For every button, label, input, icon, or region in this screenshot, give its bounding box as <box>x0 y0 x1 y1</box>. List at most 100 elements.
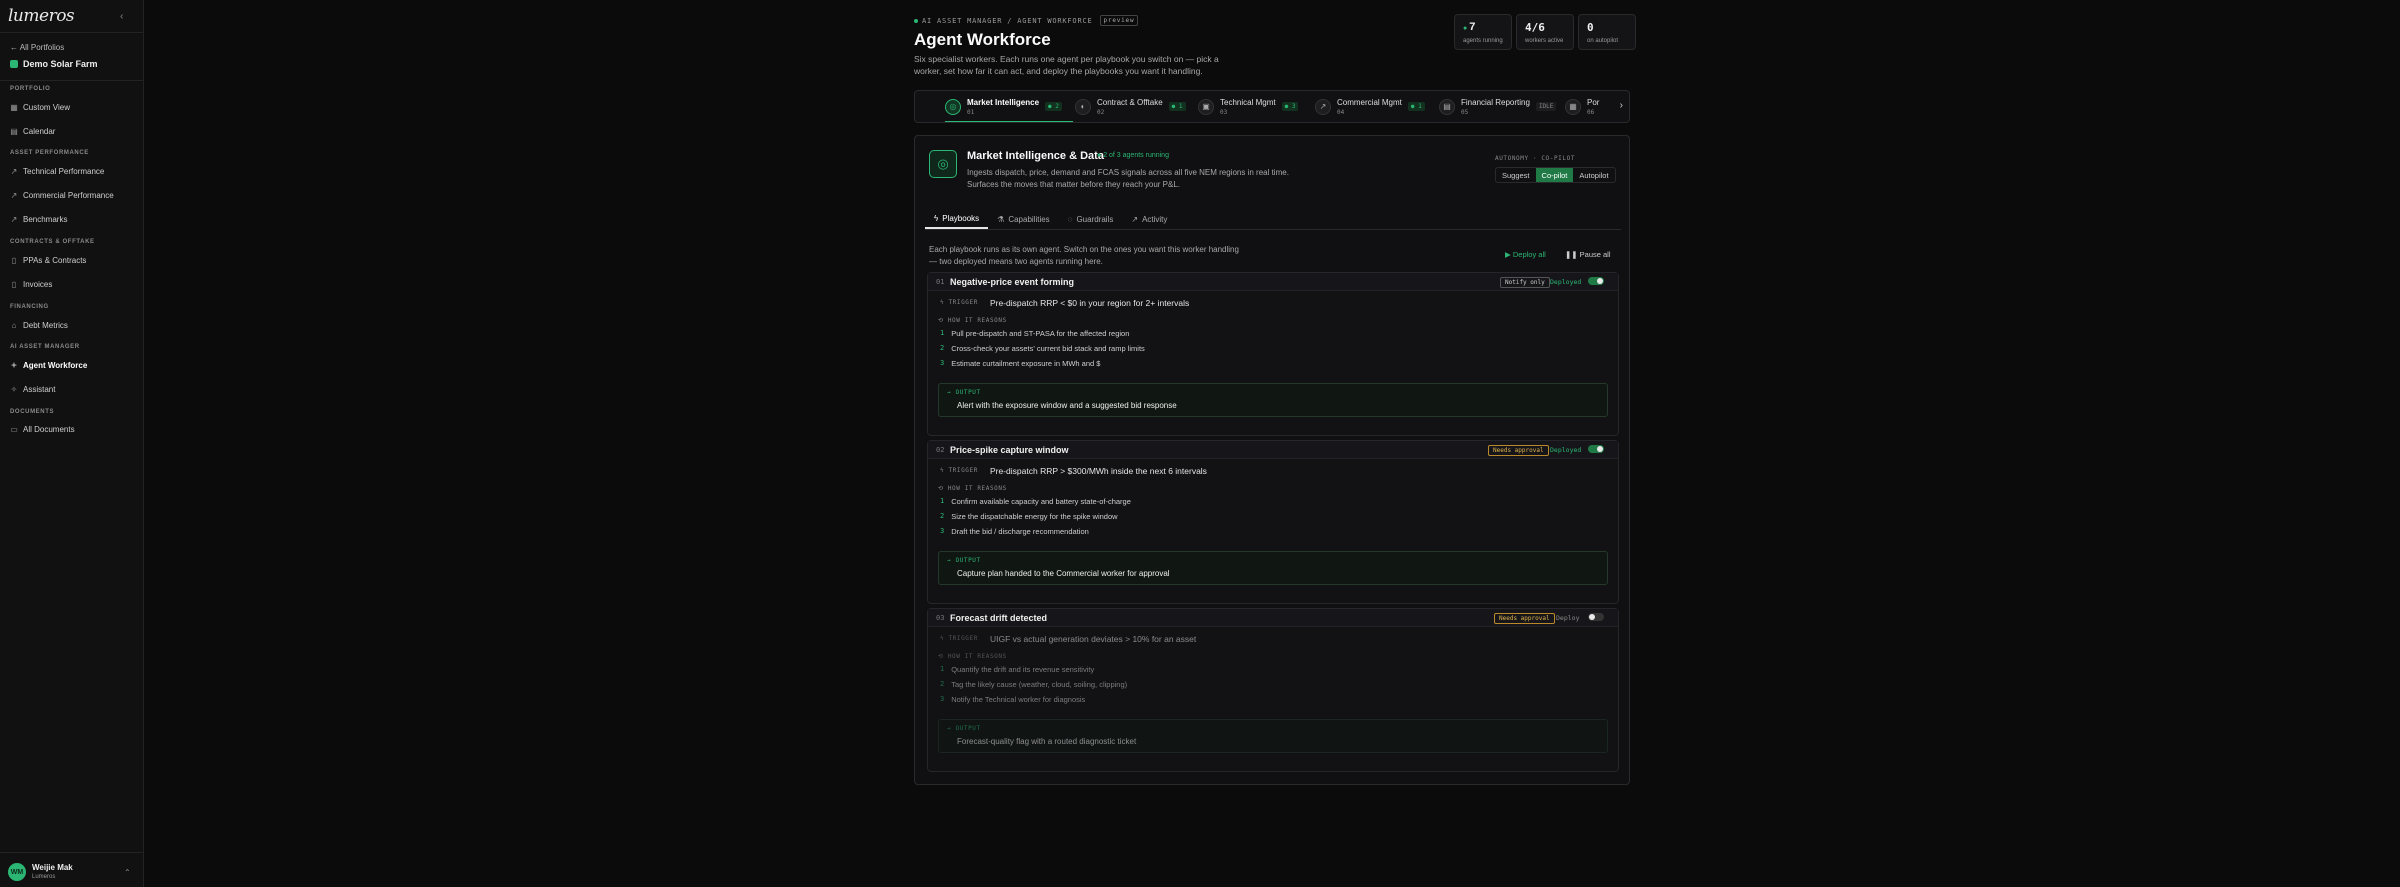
mode-badge: Needs approval <box>1488 445 1549 456</box>
collapse-sidebar-icon[interactable]: ‹ <box>120 11 123 22</box>
pause-all-button[interactable]: ❚❚ Pause all <box>1565 250 1611 259</box>
playbook-title: Negative-price event forming <box>950 277 1075 287</box>
tab-code: 03 <box>1220 108 1228 116</box>
step-text: Estimate curtailment exposure in MWh and… <box>951 359 1101 368</box>
reasons-label: ⟲ HOW IT REASONS <box>938 485 1007 492</box>
section-financing: FINANCING <box>10 304 49 310</box>
tab-text: Por 06 <box>1587 98 1599 116</box>
sidebar-item-benchmarks[interactable]: ↗ Benchmarks <box>10 212 134 226</box>
label-text: TRIGGER <box>948 467 978 474</box>
tab-technical-mgmt[interactable]: ▣ Technical Mgmt 03 ● 3 <box>1198 91 1308 122</box>
playbook-title: Price-spike capture window <box>950 445 1069 455</box>
tab-portfolio[interactable]: ▦ Por 06 <box>1565 91 1605 122</box>
playbook-header: 03 Forecast drift detected Needs approva… <box>928 609 1618 627</box>
autonomy-autopilot-button[interactable]: Autopilot <box>1573 168 1614 182</box>
section-portfolio: PORTFOLIO <box>10 86 51 92</box>
sidebar-item-label: Custom View <box>23 102 70 112</box>
worker-tabs: ◎ Market Intelligence 01 ● 2 ◐ Contract &… <box>914 90 1630 123</box>
sidebar-item-agent-workforce[interactable]: ✦ Agent Workforce <box>10 358 134 372</box>
step-text: Pull pre-dispatch and ST-PASA for the af… <box>951 329 1130 338</box>
deploy-status: Deployed <box>1550 446 1582 454</box>
tab-financial-reporting[interactable]: ▤ Financial Reporting 05 IDLE <box>1439 91 1557 122</box>
step-text: Draft the bid / discharge recommendation <box>951 527 1089 536</box>
tab-guardrails[interactable]: ◌ Guardrails <box>1059 210 1123 229</box>
tab-badge: IDLE <box>1535 102 1557 111</box>
avatar: WM <box>8 863 26 881</box>
sidebar-item-technical-performance[interactable]: ↗ Technical Performance <box>10 164 134 178</box>
breadcrumb: AI ASSET MANAGER / AGENT WORKFORCE previ… <box>914 15 1139 26</box>
autonomy-suggest-button[interactable]: Suggest <box>1496 168 1536 182</box>
user-menu[interactable]: WM Weijie Mak Lumeros ⌃ <box>0 852 144 887</box>
reason-step: 2 Size the dispatchable energy for the sp… <box>940 512 1118 521</box>
layout-icon: ▦ <box>10 102 18 112</box>
bolt-icon: ϟ <box>934 214 939 223</box>
tab-commercial-mgmt[interactable]: ↗ Commercial Mgmt 04 ● 1 <box>1315 91 1433 122</box>
stat-value: ● 7 <box>1463 21 1475 33</box>
shield-icon: ◌ <box>1067 215 1073 224</box>
stat-label: workers active <box>1525 38 1564 44</box>
farm-selector[interactable]: Demo Solar Farm <box>10 59 98 69</box>
sidebar-item-label: Technical Performance <box>23 166 105 176</box>
back-to-portfolios-link[interactable]: ← All Portfolios <box>10 43 64 52</box>
step-number: 2 <box>940 680 945 688</box>
tab-capabilities[interactable]: ⚗ Capabilities <box>988 210 1059 229</box>
reason-step: 3 Estimate curtailment exposure in MWh an… <box>940 359 1100 368</box>
playbook-card: 01 Negative-price event forming Notify o… <box>927 272 1619 436</box>
sidebar-item-calendar[interactable]: ▤ Calendar <box>10 124 134 138</box>
mode-badge: Needs approval <box>1494 613 1555 624</box>
output-box: → OUTPUT Capture plan handed to the Comm… <box>938 551 1608 585</box>
autonomy-label: AUTONOMY · CO-PILOT <box>1495 155 1576 162</box>
gauge-icon: ▣ <box>1198 98 1214 115</box>
worker-panel: ◎ Market Intelligence & Data ● 2 of 3 ag… <box>914 135 1630 785</box>
section-asset-performance: ASSET PERFORMANCE <box>10 150 89 156</box>
sidebar-item-debt-metrics[interactable]: ⌂ Debt Metrics <box>10 318 134 332</box>
trigger-text: UIGF vs actual generation deviates > 10%… <box>990 634 1197 644</box>
deploy-all-button[interactable]: ▶ Deploy all <box>1505 250 1546 259</box>
sidebar-item-assistant[interactable]: ✧ Assistant <box>10 382 134 396</box>
status-dot-icon <box>914 18 918 23</box>
trend-icon: ↗ <box>10 166 18 176</box>
output-text: Capture plan handed to the Commercial wo… <box>957 569 1170 578</box>
sidebar-item-label: Agent Workforce <box>23 360 88 370</box>
tab-market-intelligence[interactable]: ◎ Market Intelligence 01 ● 2 <box>945 91 1073 122</box>
step-text: Confirm available capacity and battery s… <box>951 497 1131 506</box>
user-org: Lumeros <box>32 874 56 880</box>
step-number: 3 <box>940 695 945 703</box>
tab-text: Commercial Mgmt 04 <box>1337 98 1402 116</box>
tab-activity[interactable]: ↗ Activity <box>1122 210 1176 229</box>
sidebar-item-ppas-contracts[interactable]: ▯ PPAs & Contracts <box>10 253 134 267</box>
tab-playbooks[interactable]: ϟ Playbooks <box>925 210 989 229</box>
tab-code: 06 <box>1587 108 1595 116</box>
chevron-right-icon[interactable]: › <box>1620 100 1623 111</box>
trend-icon: ↗ <box>10 214 18 224</box>
deploy-status: Deploy <box>1556 614 1580 622</box>
autonomy-selector: Suggest Co-pilot Autopilot <box>1495 167 1616 183</box>
flask-icon: ⚗ <box>997 215 1005 224</box>
autonomy-copilot-button[interactable]: Co-pilot <box>1535 168 1574 182</box>
tab-contract-offtake[interactable]: ◐ Contract & Offtake 02 ● 1 <box>1075 91 1190 122</box>
contract-icon: ◐ <box>1075 98 1091 115</box>
stat-agents-running: ● 7 agents running <box>1454 14 1512 50</box>
deploy-status: Deployed <box>1550 278 1582 286</box>
sidebar-item-all-documents[interactable]: ▭ All Documents <box>10 422 134 436</box>
step-text: Tag the likely cause (weather, cloud, so… <box>951 680 1128 689</box>
sidebar-item-label: PPAs & Contracts <box>23 255 87 265</box>
farm-name: Demo Solar Farm <box>23 59 98 69</box>
deploy-toggle[interactable] <box>1588 445 1604 453</box>
deploy-toggle[interactable] <box>1588 613 1604 621</box>
sidebar-item-custom-view[interactable]: ▦ Custom View <box>10 100 134 114</box>
sidebar-item-label: Calendar <box>23 126 56 136</box>
label-text: HOW IT REASONS <box>947 653 1007 660</box>
preview-badge: preview <box>1099 15 1139 26</box>
output-label: → OUTPUT <box>947 389 981 396</box>
stat-on-autopilot: 0 on autopilot <box>1578 14 1636 50</box>
step-number: 3 <box>940 359 945 367</box>
running-text: 2 of 3 agents running <box>1103 152 1169 159</box>
sidebar-item-commercial-performance[interactable]: ↗ Commercial Performance <box>10 188 134 202</box>
tab-code: 05 <box>1461 108 1469 116</box>
deploy-toggle[interactable] <box>1588 277 1604 285</box>
trigger-text: Pre-dispatch RRP < $0 in your region for… <box>990 298 1190 308</box>
sidebar-item-invoices[interactable]: ▯ Invoices <box>10 277 134 291</box>
reason-step: 3 Notify the Technical worker for diagnos… <box>940 695 1085 704</box>
stat-value: 4/6 <box>1525 21 1545 34</box>
